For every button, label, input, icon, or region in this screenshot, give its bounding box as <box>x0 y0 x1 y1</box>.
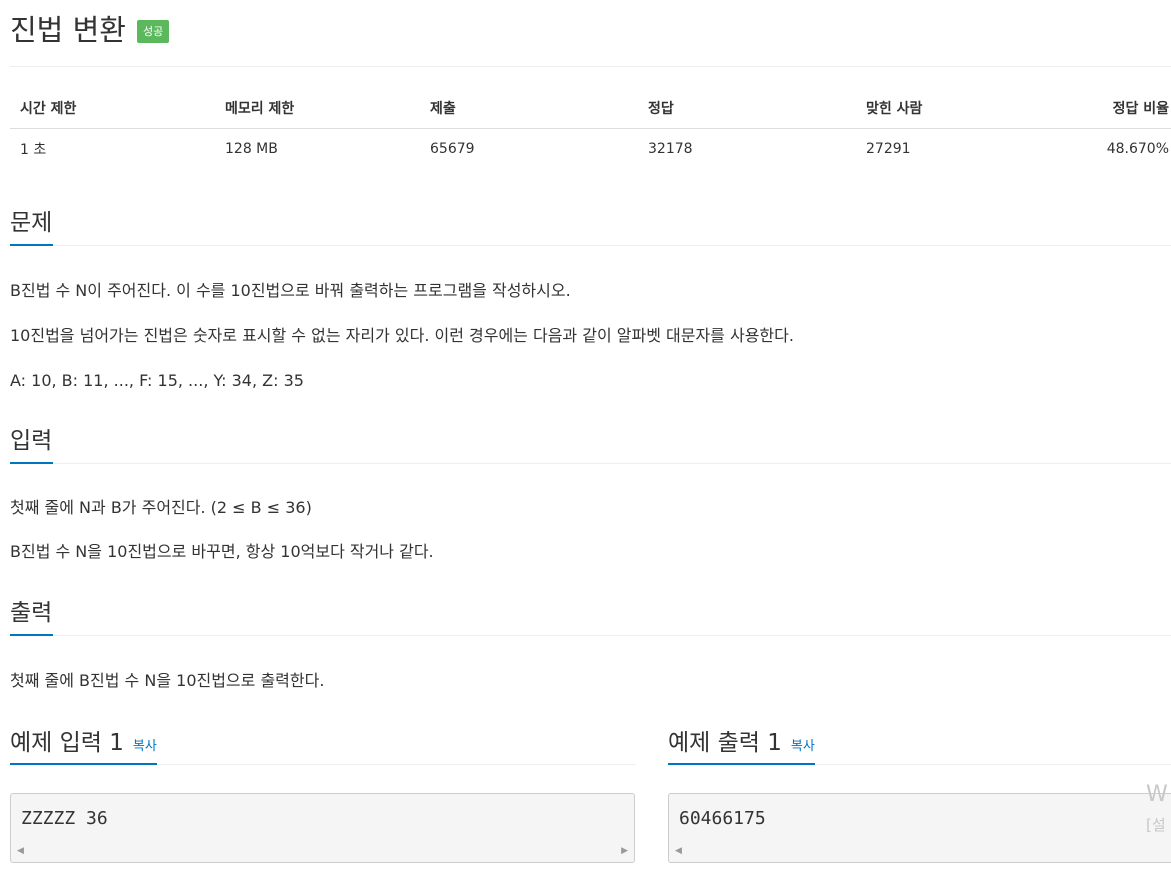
accept-ratio-value: 48.670% <box>1106 141 1169 158</box>
sample-input-header: 예제 입력 1 복사 <box>10 719 636 765</box>
sample-input-box[interactable]: ZZZZZ 36 ◀ ▶ <box>10 793 635 863</box>
scroll-left-arrow-icon[interactable]: ◀ <box>675 846 682 856</box>
output-section-header: 출력 <box>10 598 1171 636</box>
memory-limit-value: 128 MB <box>225 141 278 158</box>
input-section-header: 입력 <box>10 426 1171 464</box>
time-limit-value: 1 초 <box>20 142 47 159</box>
input-paragraph: B진법 수 N을 10진법으로 바꾸면, 항상 10억보다 작거나 같다. <box>10 542 434 561</box>
description-paragraph: 10진법을 넘어가는 진법은 숫자로 표시할 수 없는 자리가 있다. 이런 경… <box>10 326 794 345</box>
sample-output-box[interactable]: 60466175 ◀ <box>668 793 1171 863</box>
description-heading: 문제 <box>10 208 54 246</box>
header-submissions: 제출 <box>420 88 638 129</box>
sample-output-heading: 예제 출력 1 <box>668 730 782 756</box>
table-header-row: 시간 제한 메모리 제한 제출 정답 맞힌 사람 정답 비율 <box>10 88 1171 129</box>
header-memory-limit: 메모리 제한 <box>215 88 420 129</box>
output-paragraph: 첫째 줄에 B진법 수 N을 10진법으로 출력한다. <box>10 671 325 690</box>
table-row: 1 초 128 MB 65679 32178 27291 48.670% <box>10 128 1171 170</box>
sample-input-content[interactable]: ZZZZZ 36 <box>21 808 108 829</box>
sample-output-header: 예제 출력 1 복사 <box>668 719 1171 765</box>
sample-input-title: 예제 입력 1 복사 <box>10 719 157 765</box>
header-accept-ratio: 정답 비율 <box>1074 88 1171 129</box>
description-paragraph: A: 10, B: 11, ..., F: 15, ..., Y: 34, Z:… <box>10 371 304 390</box>
header-solved-users: 맞힌 사람 <box>856 88 1074 129</box>
input-heading: 입력 <box>10 426 54 464</box>
watermark-text: [설 <box>1146 816 1166 834</box>
problem-title-row: 진법 변환 성공 <box>10 8 170 48</box>
header-time-limit: 시간 제한 <box>10 88 215 129</box>
sample-output-content[interactable]: 60466175 <box>679 808 766 829</box>
title-divider <box>10 66 1171 67</box>
output-heading: 출력 <box>10 598 54 636</box>
problem-title: 진법 변환 <box>10 13 126 47</box>
description-section-header: 문제 <box>10 208 1171 246</box>
description-paragraph: B진법 수 N이 주어진다. 이 수를 10진법으로 바꿔 출력하는 프로그램을… <box>10 281 571 300</box>
solved-users-value[interactable]: 27291 <box>856 128 1074 170</box>
sample-output-copy-button[interactable]: 복사 <box>791 735 815 754</box>
accepted-value[interactable]: 32178 <box>638 128 856 170</box>
sample-input-copy-button[interactable]: 복사 <box>133 735 157 754</box>
scroll-left-arrow-icon[interactable]: ◀ <box>17 846 24 856</box>
sample-output-title: 예제 출력 1 복사 <box>668 719 815 765</box>
header-accepted: 정답 <box>638 88 856 129</box>
input-paragraph: 첫째 줄에 N과 B가 주어진다. (2 ≤ B ≤ 36) <box>10 498 312 517</box>
watermark-text: W <box>1146 782 1168 807</box>
scroll-right-arrow-icon[interactable]: ▶ <box>621 846 628 856</box>
sample-input-heading: 예제 입력 1 <box>10 730 124 756</box>
problem-info-table: 시간 제한 메모리 제한 제출 정답 맞힌 사람 정답 비율 1 초 128 M… <box>10 88 1171 170</box>
status-badge[interactable]: 성공 <box>136 19 170 43</box>
submissions-value[interactable]: 65679 <box>420 128 638 170</box>
